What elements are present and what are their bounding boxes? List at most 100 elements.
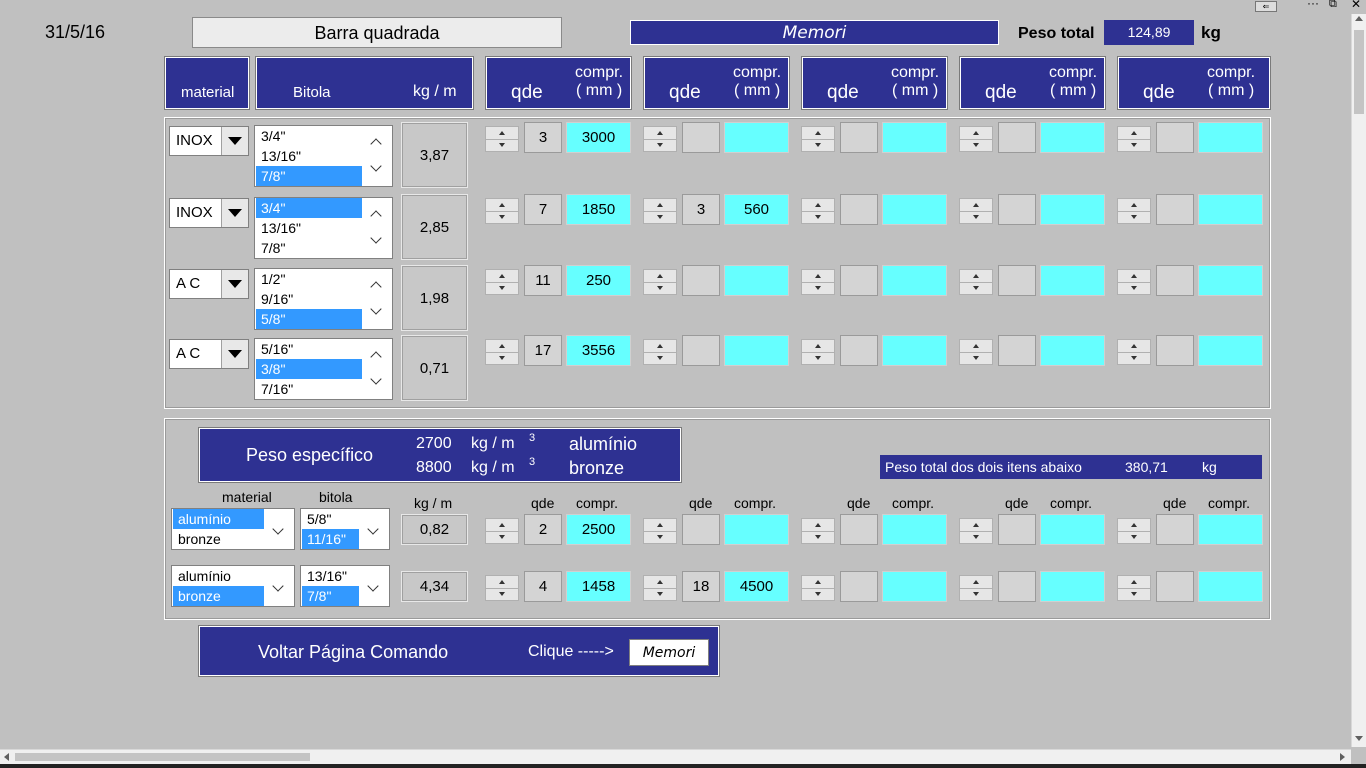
chevron-down-icon[interactable] — [370, 232, 382, 244]
lower-qde-field[interactable] — [998, 571, 1036, 602]
vertical-scroll-thumb[interactable] — [1354, 30, 1364, 114]
bitola-listbox[interactable]: 3/4" 13/16" 7/8" — [254, 125, 393, 187]
lower-qde-field[interactable] — [1156, 571, 1194, 602]
list-option[interactable]: 3/4" — [256, 126, 362, 146]
scroll-left-icon[interactable] — [4, 753, 9, 761]
qde-field[interactable]: 3 — [524, 122, 562, 153]
spinner[interactable] — [1117, 575, 1151, 601]
qde-field[interactable] — [998, 265, 1036, 296]
spinner[interactable] — [801, 269, 835, 295]
spinner[interactable] — [643, 518, 677, 544]
lower-qde-field[interactable] — [1156, 514, 1194, 545]
list-scrollbar[interactable] — [264, 566, 294, 606]
lower-compr-field[interactable] — [1198, 514, 1263, 545]
list-scrollbar[interactable] — [362, 126, 392, 186]
lower-qde-field[interactable]: 18 — [682, 571, 720, 602]
vertical-scrollbar[interactable] — [1351, 14, 1366, 747]
list-option[interactable]: bronze — [173, 529, 264, 549]
list-scrollbar[interactable] — [362, 339, 392, 399]
lower-compr-field[interactable] — [1040, 571, 1105, 602]
compr-field[interactable] — [724, 335, 789, 366]
list-option[interactable]: 1/2" — [256, 269, 362, 289]
spin-down-button[interactable] — [1118, 282, 1150, 294]
spin-down-button[interactable] — [1118, 139, 1150, 151]
chevron-down-icon[interactable] — [367, 523, 379, 535]
chevron-down-icon[interactable] — [370, 160, 382, 172]
compr-field[interactable] — [882, 122, 947, 153]
list-scrollbar[interactable] — [362, 269, 392, 329]
list-option[interactable]: 13/16" — [256, 146, 362, 166]
spinner[interactable] — [485, 518, 519, 544]
spinner[interactable] — [1117, 269, 1151, 295]
spin-down-button[interactable] — [960, 352, 992, 364]
list-option[interactable]: 3/8" — [256, 359, 362, 379]
spin-down-button[interactable] — [486, 282, 518, 294]
qde-field[interactable] — [1156, 122, 1194, 153]
spinner[interactable] — [485, 198, 519, 224]
lower-compr-field[interactable] — [724, 514, 789, 545]
qde-field[interactable] — [1156, 335, 1194, 366]
spin-down-button[interactable] — [644, 211, 676, 223]
spin-down-button[interactable] — [960, 588, 992, 600]
qde-field[interactable] — [998, 335, 1036, 366]
spinner[interactable] — [485, 575, 519, 601]
list-option[interactable]: 5/8" — [256, 309, 362, 329]
spinner[interactable] — [959, 198, 993, 224]
spinner[interactable] — [801, 518, 835, 544]
lower-qde-field[interactable]: 4 — [524, 571, 562, 602]
compr-field[interactable] — [1040, 335, 1105, 366]
dropdown-button[interactable] — [221, 340, 248, 368]
list-option[interactable]: 13/16" — [256, 218, 362, 238]
list-option[interactable]: bronze — [173, 586, 264, 606]
lower-qde-field[interactable] — [840, 514, 878, 545]
spinner[interactable] — [959, 575, 993, 601]
lower-compr-field[interactable] — [882, 514, 947, 545]
lower-bitola-listbox[interactable]: 13/16" 7/8" — [300, 565, 390, 607]
qde-field[interactable] — [682, 122, 720, 153]
compr-field[interactable]: 3000 — [566, 122, 631, 153]
spin-down-button[interactable] — [802, 531, 834, 543]
list-option[interactable]: 7/16" — [256, 379, 362, 399]
spinner[interactable] — [801, 198, 835, 224]
list-option[interactable]: 7/8" — [256, 166, 362, 186]
qde-field[interactable] — [1156, 265, 1194, 296]
compr-field[interactable] — [1040, 122, 1105, 153]
spinner[interactable] — [959, 126, 993, 152]
spin-down-button[interactable] — [802, 211, 834, 223]
close-icon[interactable]: ✕ — [1351, 0, 1361, 11]
lower-qde-field[interactable] — [998, 514, 1036, 545]
maximize-icon[interactable]: ⧉ — [1329, 0, 1337, 11]
spin-down-button[interactable] — [644, 352, 676, 364]
list-option[interactable]: 7/8" — [256, 238, 362, 258]
lower-material-listbox[interactable]: alumínio bronze — [171, 565, 295, 607]
spinner[interactable] — [1117, 198, 1151, 224]
qde-field[interactable] — [840, 194, 878, 225]
lower-qde-field[interactable] — [682, 514, 720, 545]
lower-qde-field[interactable] — [840, 571, 878, 602]
spinner[interactable] — [643, 198, 677, 224]
material-dropdown[interactable]: A C — [169, 339, 249, 369]
dropdown-button[interactable] — [221, 199, 248, 227]
lower-compr-field[interactable]: 4500 — [724, 571, 789, 602]
material-dropdown[interactable]: INOX — [169, 126, 249, 156]
chevron-down-icon[interactable] — [370, 303, 382, 315]
bitola-listbox[interactable]: 5/16" 3/8" 7/16" — [254, 338, 393, 400]
lower-material-listbox[interactable]: alumínio bronze — [171, 508, 295, 550]
spin-down-button[interactable] — [486, 588, 518, 600]
bitola-listbox[interactable]: 3/4" 13/16" 7/8" — [254, 197, 393, 259]
spin-down-button[interactable] — [644, 588, 676, 600]
qde-field[interactable] — [1156, 194, 1194, 225]
spin-down-button[interactable] — [644, 531, 676, 543]
compr-field[interactable] — [1040, 265, 1105, 296]
spin-down-button[interactable] — [802, 282, 834, 294]
lower-compr-field[interactable] — [1198, 571, 1263, 602]
compr-field[interactable]: 250 — [566, 265, 631, 296]
qde-field[interactable] — [998, 122, 1036, 153]
dropdown-button[interactable] — [221, 127, 248, 155]
material-dropdown[interactable]: INOX — [169, 198, 249, 228]
spin-down-button[interactable] — [960, 282, 992, 294]
spin-down-button[interactable] — [802, 352, 834, 364]
spinner[interactable] — [959, 339, 993, 365]
list-option[interactable]: 3/4" — [256, 198, 362, 218]
compr-field[interactable] — [724, 122, 789, 153]
